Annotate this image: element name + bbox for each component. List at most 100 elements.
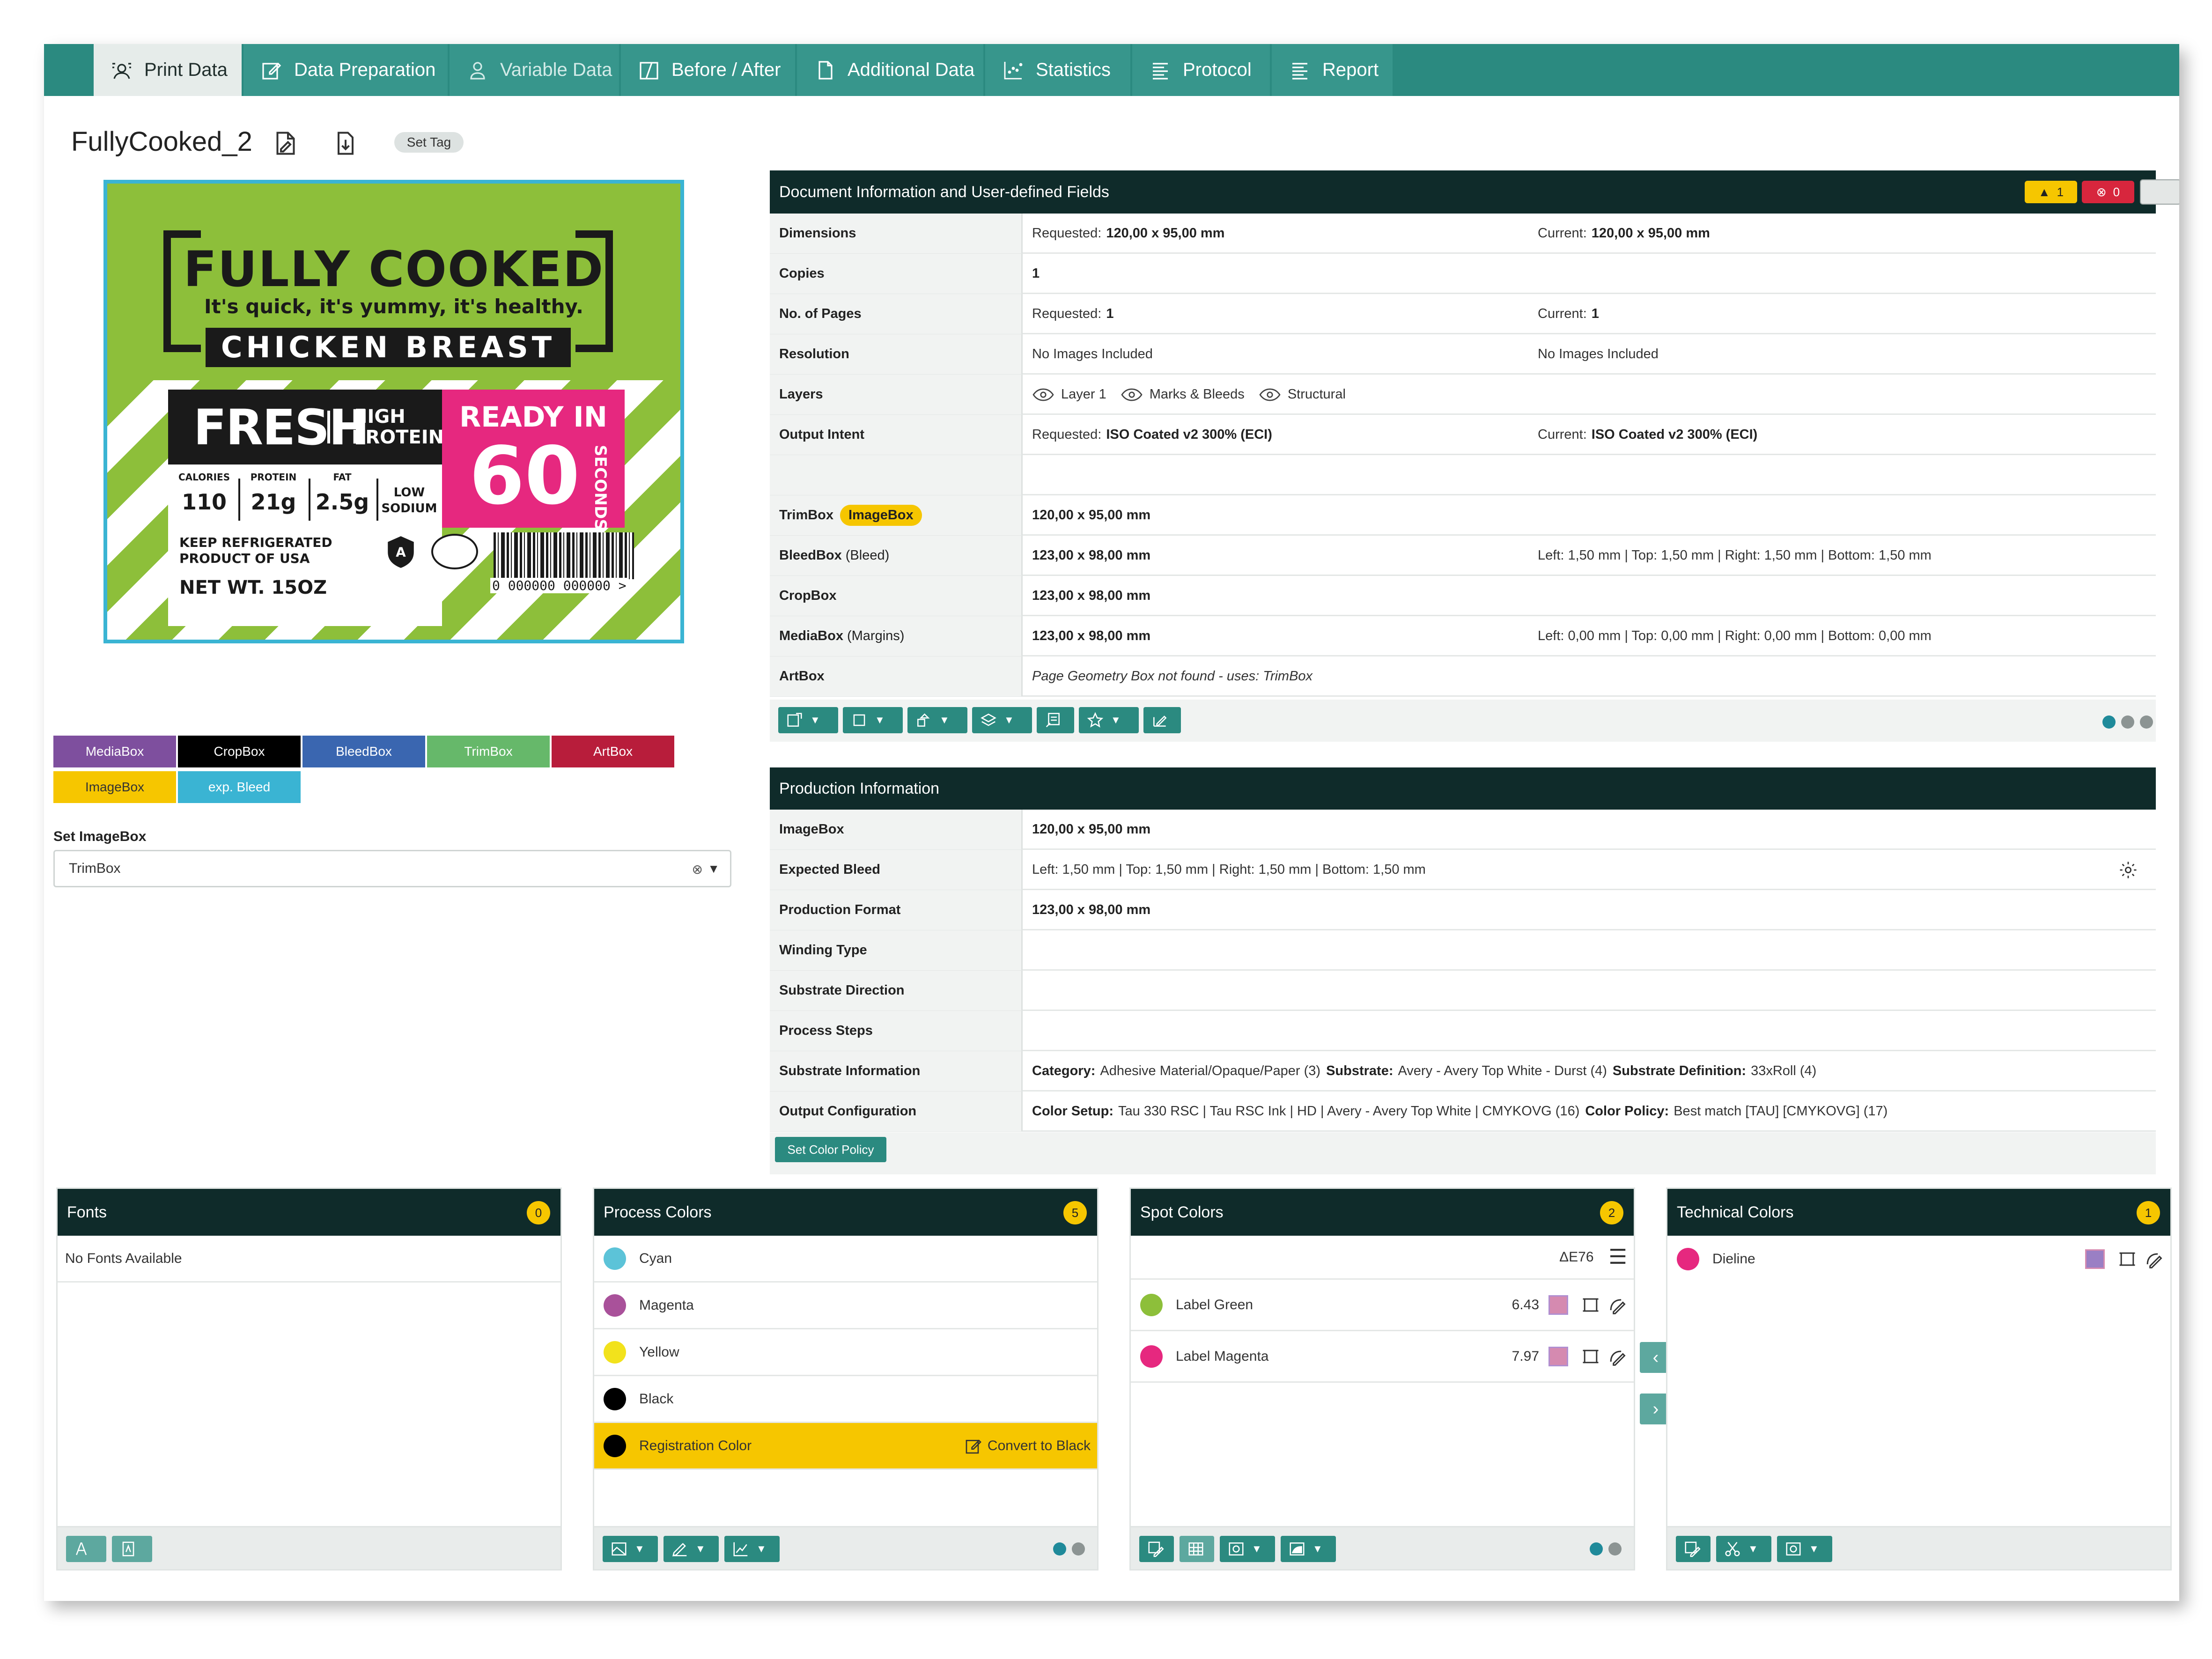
font-replace-button[interactable] [66,1536,106,1562]
convert-to-black-button[interactable]: Convert to Black [964,1423,1091,1468]
technical-colors-header: Technical Colors 1 [1667,1189,2170,1236]
pager-dot-active[interactable] [2102,715,2116,729]
document-export-icon[interactable] [332,128,360,158]
category-value: Adhesive Material/Opaque/Paper (3) [1100,1063,1321,1078]
tab-before-after[interactable]: Before / After [621,44,797,96]
tab-protocol[interactable]: Protocol [1132,44,1272,96]
delta-e-value: 7.97 [1512,1348,1539,1364]
spot-color-row[interactable]: Label Magenta 7.97 [1131,1331,1634,1383]
tab-report[interactable]: Report [1272,44,1394,96]
spot-color-row[interactable]: Label Green 6.43 [1131,1280,1634,1331]
report-icon [1292,62,1307,80]
page-box-dropdown[interactable]: ▼ [778,707,838,733]
settings-gear-icon[interactable] [2118,860,2138,880]
technical-color-actions [2076,1236,2164,1283]
technical-edit-button[interactable] [1676,1536,1711,1562]
spot-colors-column-header: ΔE76 ☰ [1131,1236,1634,1280]
current-key: Current: [1538,226,1587,241]
tab-additional-data[interactable]: Additional Data [797,44,985,96]
pen-tool-dropdown[interactable]: ▼ [664,1536,719,1562]
overprint-icon[interactable] [2085,1249,2105,1269]
fonts-count: 0 [527,1201,550,1224]
caret-down-icon[interactable]: ▼ [708,862,720,876]
statistics-icon [1004,61,1023,79]
error-badge[interactable]: ⊗ 0 [2082,181,2134,203]
box-view-dropdown[interactable]: ▼ [843,707,903,733]
set-tag-button[interactable]: Set Tag [394,132,464,153]
process-color-row[interactable]: Yellow [594,1329,1097,1376]
pager-dot[interactable] [2121,715,2134,729]
warning-badge[interactable]: ▲ 1 [2025,181,2077,203]
color-edit-icon[interactable] [1607,1295,1627,1315]
layer-item[interactable]: Structural [1259,387,1346,402]
label-calories: CALORIES 110 [178,472,230,515]
color-preview-dropdown[interactable]: ▼ [603,1536,658,1562]
spot-edit-button[interactable] [1139,1536,1174,1562]
pager-dot[interactable] [2140,715,2153,729]
imagebox-select-value: TrimBox [69,861,121,876]
color-edit-icon[interactable] [1607,1346,1627,1367]
frame-icon [1786,1542,1801,1556]
doc-export-icon[interactable] [2140,179,2179,205]
row-process-steps: Process Steps [770,1011,2156,1051]
spot-fill-dropdown[interactable]: ▼ [1281,1536,1336,1562]
annotation-button[interactable] [1037,707,1074,733]
delta-e-header: ΔE76 ☰ [1559,1236,1627,1278]
chevron-right-icon: › [1652,1399,1659,1419]
row-bleedbox: BleedBox (Bleed) 123,00 x 98,00 mm Left: … [770,536,2156,576]
crop-icon[interactable] [2117,1249,2138,1269]
overprint-icon[interactable] [1548,1346,1568,1366]
spot-colors-footer: ▼ ▼ [1131,1526,1634,1569]
color-name: Magenta [639,1297,694,1313]
layers-dropdown[interactable]: ▼ [972,707,1032,733]
crop-icon[interactable] [1580,1295,1601,1315]
layer-item[interactable]: Marks & Bleeds [1121,387,1245,402]
process-color-row[interactable]: Magenta [594,1283,1097,1329]
process-color-row[interactable]: Cyan [594,1236,1097,1283]
requested-value: 1 [1106,306,1114,321]
measure-button[interactable] [1143,707,1181,733]
spot-view-dropdown[interactable]: ▼ [1220,1536,1275,1562]
document-edit-icon[interactable] [272,128,300,158]
production-format-value: 123,00 x 98,00 mm [1032,902,1151,917]
menu-icon[interactable]: ☰ [1609,1245,1627,1269]
shapes-dropdown[interactable]: ▼ [907,707,967,733]
pager-dot[interactable] [1072,1542,1085,1556]
cut-dropdown[interactable]: ▼ [1716,1536,1771,1562]
technical-color-row[interactable]: Dieline [1667,1236,2170,1283]
pager-dot[interactable] [1608,1542,1622,1556]
label-ready-unit: SECONDS [591,445,610,531]
tab-label: Protocol [1183,59,1252,80]
imagebox-select[interactable]: TrimBox ⊗ ▼ [53,850,731,887]
set-color-policy-button[interactable]: Set Color Policy [775,1137,886,1162]
chevron-down-icon: ▼ [1809,1543,1819,1555]
technical-colors-footer: ▼ ▼ [1667,1526,2170,1569]
chevron-down-icon: ▼ [756,1543,767,1555]
pager-dot-active[interactable] [1053,1542,1066,1556]
clear-icon[interactable]: ⊗ [692,862,703,877]
overprint-icon[interactable] [1548,1295,1568,1315]
tab-statistics[interactable]: Statistics [985,44,1132,96]
label-storage: KEEP REFRIGERATED PRODUCT OF USA [179,535,332,567]
layer-item[interactable]: Layer 1 [1032,387,1106,402]
row-substrate-direction: Substrate Direction [770,971,2156,1011]
fonts-footer [58,1526,560,1569]
pager-dot-active[interactable] [1590,1542,1603,1556]
favorites-dropdown[interactable]: ▼ [1079,707,1139,733]
tab-variable-data[interactable]: Variable Data [450,44,621,96]
tab-print-data[interactable]: Print Data [94,44,243,96]
label-divider [376,479,378,521]
process-color-row-selected[interactable]: Registration Color Convert to Black [594,1423,1097,1470]
crop-icon[interactable] [1580,1346,1601,1367]
spot-table-button[interactable] [1180,1536,1214,1562]
copies-value: 1 [1032,266,1040,281]
technical-view-dropdown[interactable]: ▼ [1777,1536,1832,1562]
font-report-button[interactable] [112,1536,152,1562]
process-color-row[interactable]: Black [594,1376,1097,1423]
label-protein-word: PROTEIN [352,427,444,448]
row-mediabox: MediaBox (Margins) 123,00 x 98,00 mm Left… [770,616,2156,656]
production-info-toolbar [770,1132,2156,1174]
tab-data-preparation[interactable]: Data Preparation [243,44,450,96]
chart-tool-dropdown[interactable]: ▼ [724,1536,780,1562]
color-edit-icon[interactable] [2143,1249,2164,1269]
